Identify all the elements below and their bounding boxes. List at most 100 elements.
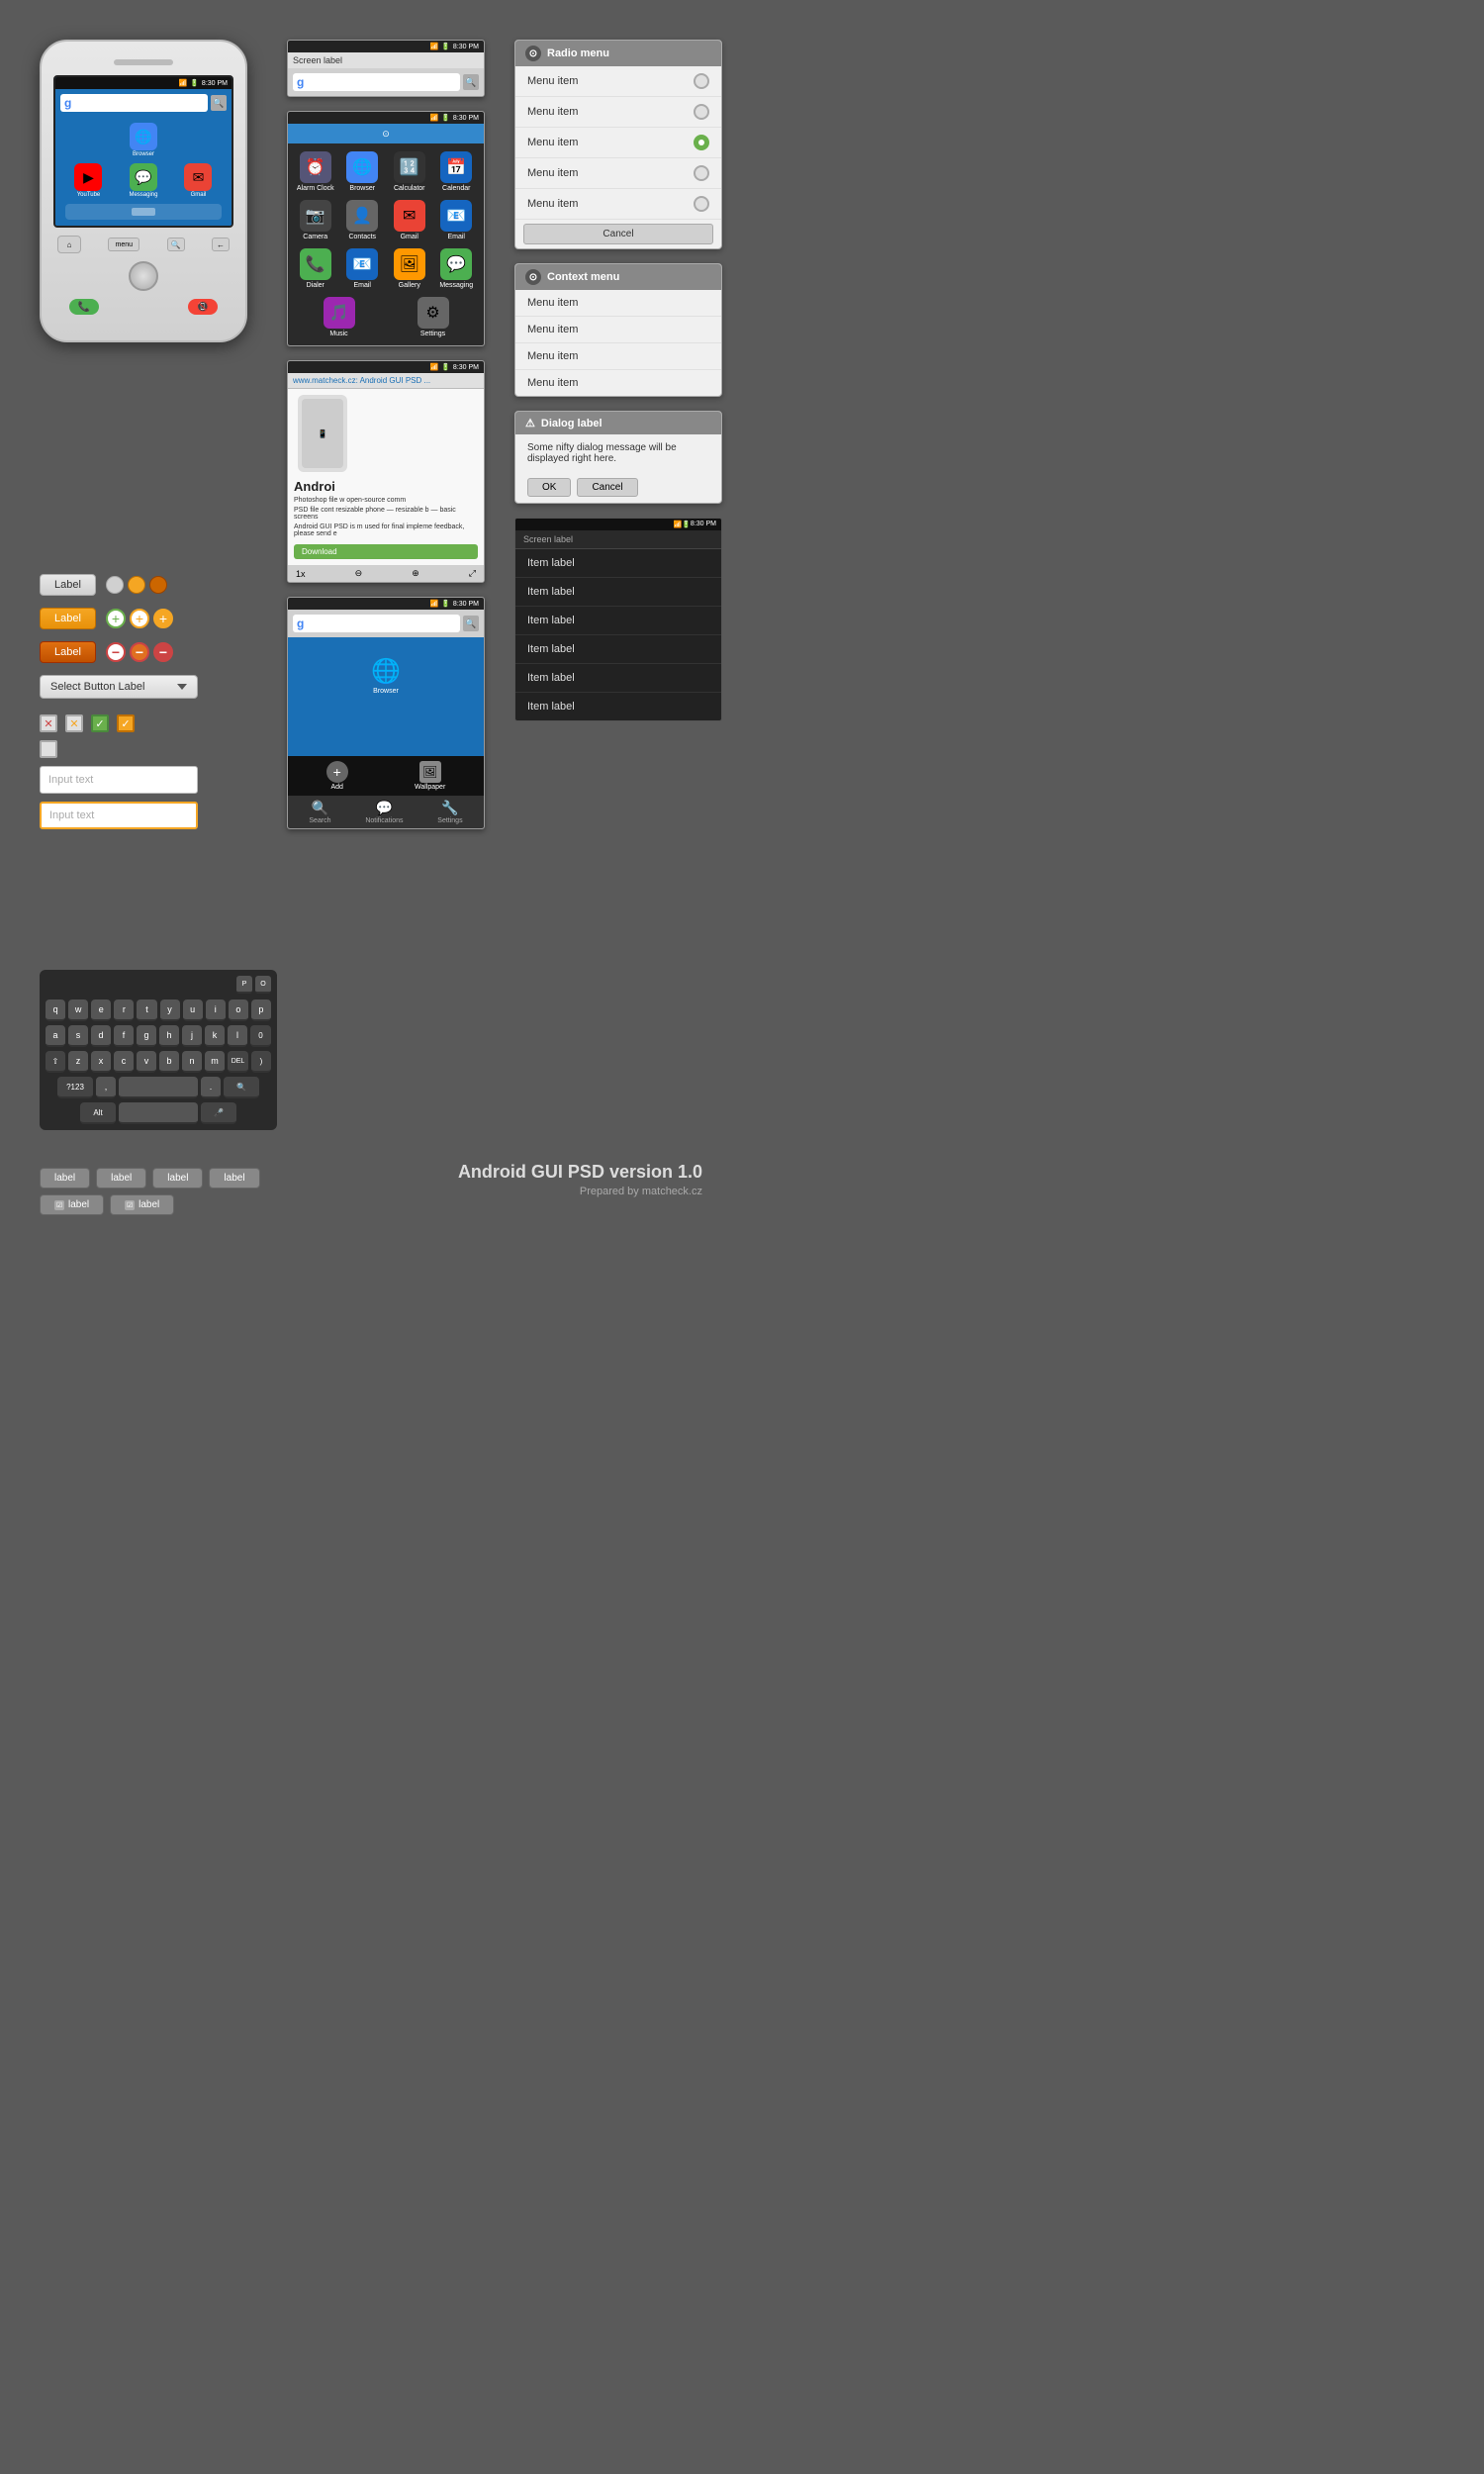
key-k[interactable]: k: [205, 1025, 225, 1047]
radio-menu-item-1[interactable]: Menu item: [515, 66, 721, 97]
app-alarm[interactable]: ⏰ Alarm Clock: [296, 151, 335, 192]
app-music[interactable]: 🎵 Music: [320, 297, 359, 337]
tab-item-2[interactable]: label: [96, 1168, 146, 1189]
app-messaging[interactable]: 💬 Messaging: [436, 248, 476, 289]
key-alt[interactable]: Alt: [80, 1102, 116, 1124]
phone-app-messaging[interactable]: 💬 Messaging: [129, 163, 157, 198]
key-l[interactable]: l: [228, 1025, 247, 1047]
phone-end-button[interactable]: 📵: [188, 299, 218, 315]
home2-tab-notifications[interactable]: 💬 Notifications: [365, 800, 403, 824]
radio-menu-item-4[interactable]: Menu item: [515, 158, 721, 189]
app-email[interactable]: 📧 Email: [436, 200, 476, 240]
dark-list-item-1[interactable]: Item label: [515, 549, 721, 578]
radio-menu-item-3[interactable]: Menu item: [515, 128, 721, 158]
key-z[interactable]: z: [68, 1051, 88, 1073]
radio-menu-item-5[interactable]: Menu item: [515, 189, 721, 220]
minus-circle-1[interactable]: −: [106, 642, 126, 662]
home2-tab-search[interactable]: 🔍 Search: [309, 800, 330, 824]
home2-add-item[interactable]: + Add: [326, 761, 348, 791]
context-menu-item-1[interactable]: Menu item: [515, 290, 721, 317]
button-default[interactable]: Label: [40, 574, 96, 596]
checkbox-x1[interactable]: ✕: [40, 714, 57, 732]
home2-tab-settings[interactable]: 🔧 Settings: [437, 800, 462, 824]
key-shift[interactable]: ⇧: [46, 1051, 65, 1073]
radio-item-2-circle[interactable]: [694, 104, 709, 120]
key-r[interactable]: r: [114, 999, 134, 1021]
phone-trackball[interactable]: [129, 261, 158, 291]
radio-cancel-button[interactable]: Cancel: [523, 224, 713, 244]
radio-item-1-circle[interactable]: [694, 73, 709, 89]
phone-search-nav-button[interactable]: 🔍: [167, 238, 185, 251]
app-calculator[interactable]: 🔢 Calculator: [390, 151, 429, 192]
tab-item-5[interactable]: ☑ label: [40, 1194, 104, 1215]
radio-item-5-circle[interactable]: [694, 196, 709, 212]
dark-list-item-4[interactable]: Item label: [515, 635, 721, 664]
app-browser[interactable]: 🌐 Browser: [342, 151, 382, 192]
context-menu-item-3[interactable]: Menu item: [515, 343, 721, 370]
key-j[interactable]: j: [182, 1025, 202, 1047]
radio-menu-item-2[interactable]: Menu item: [515, 97, 721, 128]
key-space-2[interactable]: [119, 1102, 198, 1124]
key-O[interactable]: O: [255, 976, 271, 994]
key-v[interactable]: v: [137, 1051, 156, 1073]
app-gmail[interactable]: ✉ Gmail: [390, 200, 429, 240]
key-m[interactable]: m: [205, 1051, 225, 1073]
radio-item-4-circle[interactable]: [694, 165, 709, 181]
checkbox-check1[interactable]: ✓: [91, 714, 109, 732]
key-p[interactable]: p: [251, 999, 271, 1021]
screen1-search-box[interactable]: g: [293, 73, 460, 91]
phone-back-button[interactable]: ←: [212, 238, 230, 251]
tab-item-1[interactable]: label: [40, 1168, 90, 1189]
key-P[interactable]: P: [236, 976, 252, 994]
zoom-out-button[interactable]: ⊖: [355, 568, 363, 579]
checkbox-x2[interactable]: ✕: [65, 714, 83, 732]
dark-list-item-6[interactable]: Item label: [515, 693, 721, 720]
key-search-bottom[interactable]: 🔍: [224, 1077, 259, 1098]
key-w[interactable]: w: [68, 999, 88, 1021]
app-gallery[interactable]: 🖼 Gallery: [390, 248, 429, 289]
key-c[interactable]: c: [114, 1051, 134, 1073]
plus-circle-green[interactable]: +: [106, 609, 126, 628]
dark-list-item-3[interactable]: Item label: [515, 607, 721, 635]
key-comma[interactable]: ,: [96, 1077, 116, 1098]
key-x[interactable]: x: [91, 1051, 111, 1073]
checkbox-empty[interactable]: [40, 740, 57, 758]
phone-app-browser[interactable]: 🌐 Browser: [130, 123, 157, 157]
browser-url-bar[interactable]: www.matcheck.cz: Android GUI PSD ...: [288, 373, 484, 389]
dialog-ok-button[interactable]: OK: [527, 478, 571, 497]
key-d[interactable]: d: [91, 1025, 111, 1047]
app-dialer[interactable]: 📞 Dialer: [296, 248, 335, 289]
dark-list-item-2[interactable]: Item label: [515, 578, 721, 607]
key-g[interactable]: g: [137, 1025, 156, 1047]
key-a[interactable]: a: [46, 1025, 65, 1047]
plus-circle-filled-orange[interactable]: +: [153, 609, 173, 628]
key-space[interactable]: [119, 1077, 198, 1098]
key-0[interactable]: 0: [250, 1025, 271, 1047]
key-mic[interactable]: 🎤: [201, 1102, 236, 1124]
key-del[interactable]: DEL: [228, 1051, 248, 1073]
phone-call-button[interactable]: 📞: [69, 299, 99, 315]
app-settings[interactable]: ⚙ Settings: [414, 297, 453, 337]
dialog-cancel-button[interactable]: Cancel: [577, 478, 637, 497]
phone-app-gmail[interactable]: ✉ Gmail: [184, 163, 212, 198]
radio-item-3-circle[interactable]: [694, 135, 709, 150]
home2-wallpaper-item[interactable]: 🖼 Wallpaper: [415, 761, 445, 791]
browser-download-button[interactable]: Download: [294, 544, 478, 559]
key-u[interactable]: u: [183, 999, 203, 1021]
context-menu-item-2[interactable]: Menu item: [515, 317, 721, 343]
context-menu-item-4[interactable]: Menu item: [515, 370, 721, 396]
key-period[interactable]: .: [201, 1077, 221, 1098]
screen1-search-icon[interactable]: 🔍: [463, 74, 479, 90]
key-i[interactable]: i: [206, 999, 226, 1021]
key-123[interactable]: ?123: [57, 1077, 93, 1098]
fullscreen-button[interactable]: ⤢: [469, 568, 476, 579]
dark-list-item-5[interactable]: Item label: [515, 664, 721, 693]
zoom-in-button[interactable]: ⊕: [412, 568, 419, 579]
key-y[interactable]: y: [160, 999, 180, 1021]
key-b[interactable]: b: [159, 1051, 179, 1073]
key-n[interactable]: n: [182, 1051, 202, 1073]
key-t[interactable]: t: [137, 999, 156, 1021]
app-camera[interactable]: 📷 Camera: [296, 200, 335, 240]
phone-menu-button[interactable]: menu: [108, 238, 139, 251]
checkbox-check2[interactable]: ✓: [117, 714, 135, 732]
